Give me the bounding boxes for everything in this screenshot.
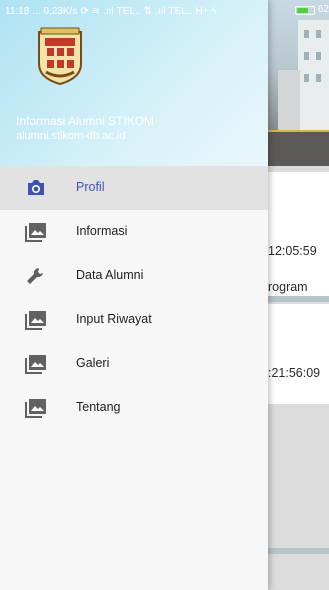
- building-shape: [278, 70, 300, 130]
- battery-level: 62: [317, 4, 329, 15]
- network-type: H+: [195, 5, 209, 17]
- wifi-icon: ≋: [91, 5, 101, 17]
- signal-icon: .ııl: [103, 5, 114, 17]
- divider: [268, 296, 329, 302]
- menu-item-input-riwayat[interactable]: Input Riwayat: [0, 298, 268, 342]
- app-title: Informasi Alumni STIKOM: [16, 114, 155, 128]
- charging-icon: ϟ: [211, 5, 217, 17]
- status-bar: 11:18 ... 0,23K/s ⟳ ≋ .ııl TEL.. ⇅ .ııl …: [0, 0, 329, 22]
- menu-label: Galeri: [76, 356, 110, 370]
- card-time: :21:56:09: [268, 366, 321, 380]
- battery-icon: [295, 6, 315, 15]
- divider: [268, 548, 329, 554]
- clock: 11:18: [5, 5, 30, 17]
- menu-item-data-alumni[interactable]: Data Alumni: [0, 254, 268, 298]
- drawer-menu: Profil Informasi Data Alumni Input Riway…: [0, 166, 268, 430]
- gallery-icon: [25, 399, 46, 418]
- gallery-icon: [25, 311, 46, 330]
- card-text: rogram: [268, 280, 308, 294]
- background-header-image: [268, 0, 329, 166]
- card-time: 12:05:59: [268, 244, 317, 258]
- stikom-logo-icon: [38, 27, 82, 86]
- transfer-icon: ⇅: [143, 5, 152, 17]
- wrench-icon: [27, 268, 43, 284]
- navigation-drawer: Informasi Alumni STIKOM alumni.stikom-db…: [0, 0, 268, 590]
- menu-item-informasi[interactable]: Informasi: [0, 210, 268, 254]
- menu-label: Data Alumni: [76, 268, 144, 282]
- menu-label: Profil: [76, 180, 105, 194]
- background-card[interactable]: [268, 304, 329, 404]
- carrier-label: TEL..: [116, 5, 141, 17]
- menu-item-galeri[interactable]: Galeri: [0, 342, 268, 386]
- camera-icon: [28, 180, 44, 195]
- gallery-icon: [25, 223, 46, 242]
- menu-label: Tentang: [76, 400, 121, 414]
- background-card[interactable]: [268, 172, 329, 296]
- menu-label: Input Riwayat: [76, 312, 152, 326]
- menu-label: Informasi: [76, 224, 128, 238]
- app-url: alumni.stikom-db.ac.id: [16, 130, 126, 142]
- menu-item-profil[interactable]: Profil: [0, 166, 268, 210]
- net-speed: ... 0,23K/s: [32, 5, 78, 17]
- menu-item-tentang[interactable]: Tentang: [0, 386, 268, 430]
- sync-icon: ⟳: [80, 5, 89, 17]
- carrier-label: TEL..: [168, 5, 193, 17]
- drawer-header: Informasi Alumni STIKOM alumni.stikom-db…: [0, 0, 268, 166]
- signal-icon: .ııl: [154, 5, 166, 17]
- building-shape: [298, 20, 329, 130]
- gallery-icon: [25, 355, 46, 374]
